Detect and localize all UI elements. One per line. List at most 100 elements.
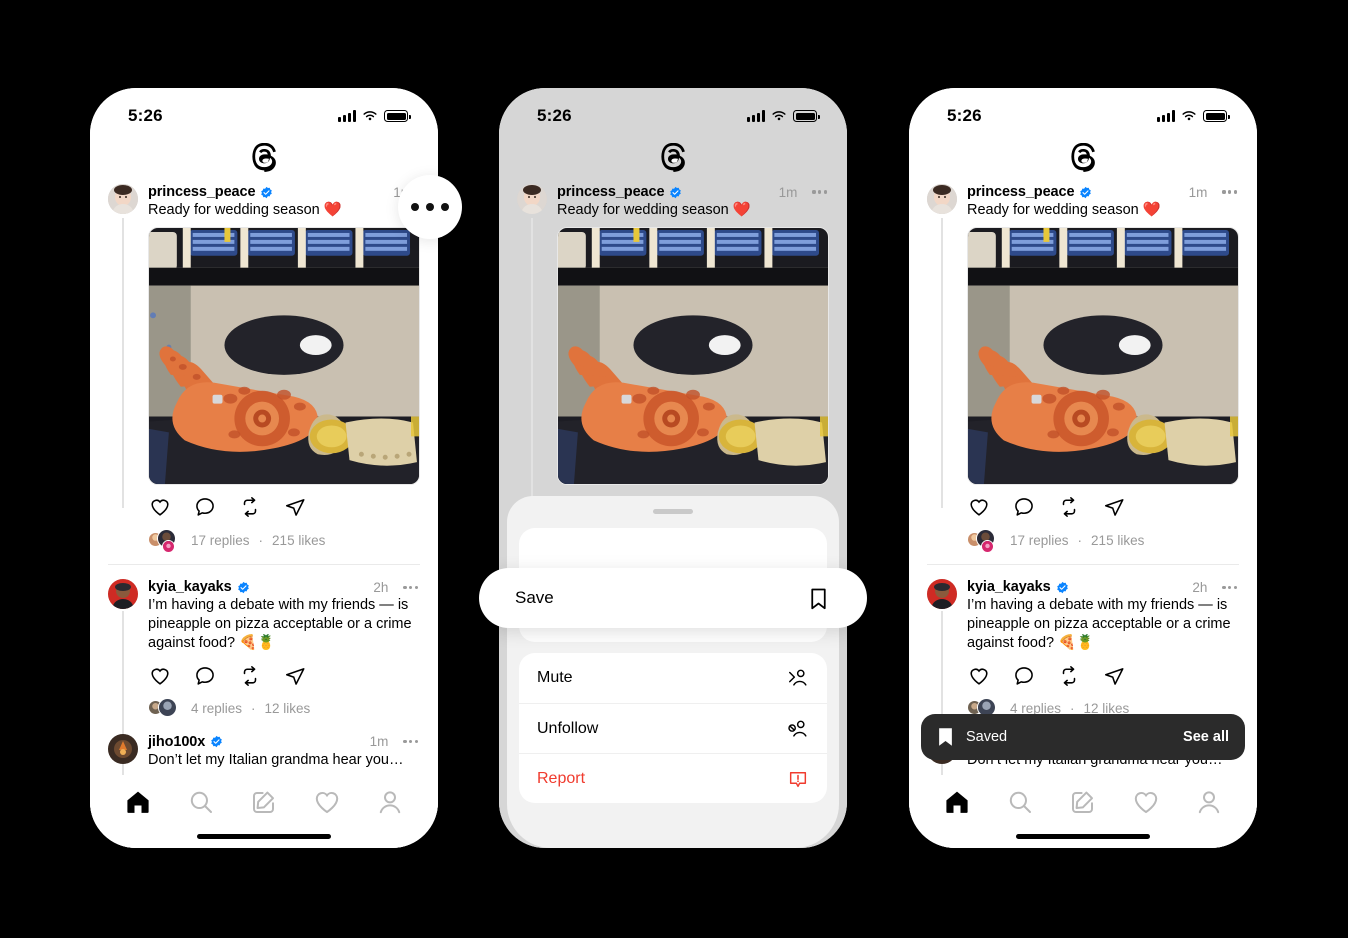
sheet-row-mute[interactable]: Mute <box>519 653 827 703</box>
reply-action-bar <box>967 665 1239 687</box>
post-likes-count[interactable]: 215 likes <box>1091 533 1144 548</box>
post-username[interactable]: princess_peace <box>148 184 255 200</box>
facepile <box>148 698 182 720</box>
phone1-screen: 5:26 <box>90 88 438 848</box>
repost-icon[interactable] <box>1058 665 1080 687</box>
status-bar-indicators <box>1157 110 1227 122</box>
meta-separator: · <box>251 701 256 716</box>
search-tab[interactable] <box>1006 788 1034 816</box>
sheet-grabber[interactable] <box>653 509 693 514</box>
profile-tab[interactable] <box>376 788 404 816</box>
phone-mockup-3: 5:26 <box>909 88 1257 848</box>
post-kyia-kayaks: kyia_kayaks 2h I’m having a debate with … <box>909 565 1257 719</box>
reply-likes-count[interactable]: 12 likes <box>265 701 311 716</box>
facepile <box>148 529 182 551</box>
more-options-icon[interactable] <box>401 736 420 747</box>
post-media-image[interactable] <box>557 227 829 485</box>
verified-badge-icon <box>210 735 223 748</box>
avatar[interactable] <box>108 184 138 214</box>
home-indicator <box>197 834 331 839</box>
like-icon[interactable] <box>149 665 171 687</box>
phone-mockup-1: 5:26 <box>90 88 438 848</box>
reply-timestamp: 2h <box>1192 580 1207 595</box>
post-text: Ready for wedding season ❤️ <box>148 201 420 220</box>
more-options-icon[interactable] <box>810 186 829 197</box>
toast-see-all-button[interactable]: See all <box>1183 729 1229 745</box>
profile-tab[interactable] <box>1195 788 1223 816</box>
more-options-icon[interactable] <box>1220 186 1239 197</box>
highlighted-save-row[interactable]: Save <box>479 568 867 628</box>
bookmark-filled-icon <box>937 727 954 747</box>
home-tab[interactable] <box>943 788 971 816</box>
verified-badge-icon <box>1056 581 1069 594</box>
sheet-row-label: Unfollow <box>537 720 598 738</box>
reply-meta: 4 replies · 12 likes <box>148 698 420 720</box>
cellular-bars-icon <box>747 110 765 122</box>
sheet-row-report[interactable]: Report <box>519 753 827 803</box>
saved-toast: Saved See all <box>921 714 1245 760</box>
facepile-avatar <box>981 540 994 553</box>
sheet-row-unfollow[interactable]: Unfollow <box>519 703 827 753</box>
save-label: Save <box>515 588 554 608</box>
reply-icon[interactable] <box>1013 665 1035 687</box>
home-tab[interactable] <box>124 788 152 816</box>
compose-tab[interactable] <box>1069 788 1097 816</box>
like-icon[interactable] <box>149 496 171 518</box>
phone-mockup-2: 5:26 <box>499 88 847 848</box>
like-icon[interactable] <box>968 496 990 518</box>
reply-username[interactable]: kyia_kayaks <box>148 579 232 595</box>
share-icon[interactable] <box>1103 665 1125 687</box>
activity-tab[interactable] <box>1132 788 1160 816</box>
wifi-icon <box>362 110 378 122</box>
bookmark-icon <box>806 586 831 611</box>
compose-tab[interactable] <box>250 788 278 816</box>
avatar[interactable] <box>517 184 547 214</box>
post-media-image[interactable] <box>967 227 1239 485</box>
avatar[interactable] <box>927 579 957 609</box>
avatar[interactable] <box>927 184 957 214</box>
avatar[interactable] <box>108 734 138 764</box>
battery-full-icon <box>384 110 408 122</box>
feed: princess_peace 1m Ready for wedding seas… <box>90 182 438 770</box>
more-options-icon[interactable] <box>401 582 420 593</box>
reply-icon[interactable] <box>194 496 216 518</box>
like-icon[interactable] <box>968 665 990 687</box>
repost-icon[interactable] <box>239 665 261 687</box>
post-media-image[interactable] <box>148 227 420 485</box>
post-likes-count[interactable]: 215 likes <box>272 533 325 548</box>
repost-icon[interactable] <box>1058 496 1080 518</box>
floating-more-options-button[interactable] <box>398 175 462 239</box>
avatar[interactable] <box>108 579 138 609</box>
reply-replies-count[interactable]: 4 replies <box>191 701 242 716</box>
more-options-icon[interactable] <box>1220 582 1239 593</box>
reply-icon[interactable] <box>1013 496 1035 518</box>
more-options-icon <box>411 203 419 211</box>
repost-icon[interactable] <box>239 496 261 518</box>
share-icon[interactable] <box>284 665 306 687</box>
post-replies-count[interactable]: 17 replies <box>191 533 250 548</box>
reply-icon[interactable] <box>194 665 216 687</box>
post-username[interactable]: princess_peace <box>967 184 1074 200</box>
post-username[interactable]: princess_peace <box>557 184 664 200</box>
search-tab[interactable] <box>187 788 215 816</box>
person-mute-icon <box>787 667 809 689</box>
reply-username[interactable]: kyia_kayaks <box>967 579 1051 595</box>
facepile-avatar <box>162 540 175 553</box>
sheet-row-label: Mute <box>537 669 573 687</box>
share-icon[interactable] <box>284 496 306 518</box>
reply-text: I’m having a debate with my friends — is… <box>967 596 1239 653</box>
post-kyia-kayaks: kyia_kayaks 2h I’m having a debate with … <box>90 565 438 719</box>
person-unfollow-icon <box>787 718 809 740</box>
reply-timestamp: 1m <box>370 734 389 749</box>
post-replies-count[interactable]: 17 replies <box>1010 533 1069 548</box>
meta-separator: · <box>259 533 264 548</box>
reply-text: Don’t let my Italian grandma hear you… <box>148 751 420 770</box>
toast-label: Saved <box>966 729 1007 745</box>
threads-logo-icon <box>249 143 279 173</box>
facepile-avatar <box>158 698 177 717</box>
activity-tab[interactable] <box>313 788 341 816</box>
share-icon[interactable] <box>1103 496 1125 518</box>
reply-username[interactable]: jiho100x <box>148 734 205 750</box>
app-header <box>499 134 847 182</box>
battery-full-icon <box>1203 110 1227 122</box>
